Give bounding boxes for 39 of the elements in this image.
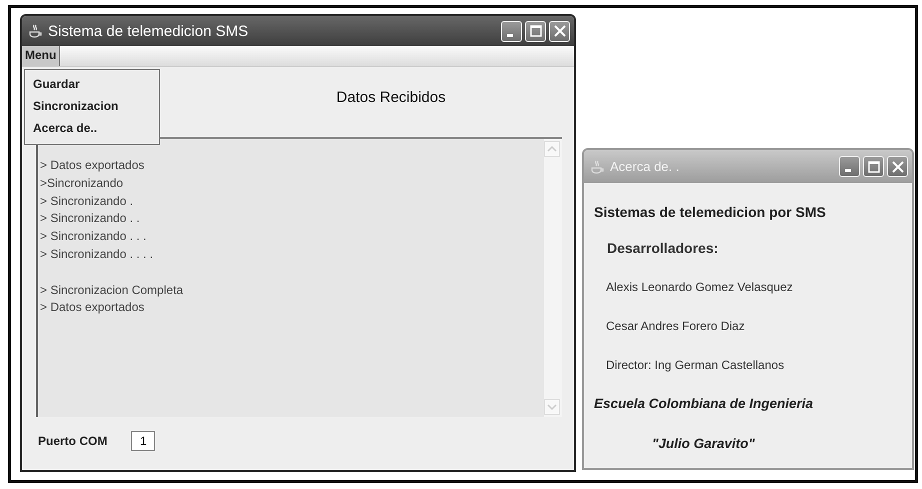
menu-item[interactable]: Guardar — [25, 74, 88, 96]
minimize-button[interactable] — [839, 156, 860, 177]
maximize-button[interactable] — [525, 20, 546, 42]
app-title: Sistemas de telemedicion por SMS — [594, 203, 826, 222]
window-title: Sistema de telemedicion SMS — [48, 22, 250, 40]
log-line: > Sincronizacion Completa — [40, 282, 184, 299]
cup-icon — [590, 160, 604, 174]
panel-heading: Datos Recibidos — [336, 88, 446, 106]
log-line: > Sincronizando . — [40, 192, 134, 210]
section-heading: Desarrolladores: — [607, 239, 718, 258]
log-line: >Sincronizando — [40, 174, 124, 192]
close-button[interactable] — [549, 20, 570, 42]
minimize-icon — [507, 34, 513, 36]
log-line: > Sincronizando . . — [40, 210, 140, 228]
port-label: Puerto COM — [38, 434, 108, 448]
close-icon — [892, 160, 904, 172]
school-subtitle: "Julio Garavito" — [652, 435, 755, 453]
menu-item[interactable]: Sincronizacion — [25, 96, 126, 118]
school-name: Escuela Colombiana de Ingenieria — [594, 395, 814, 413]
minimize-icon — [845, 169, 851, 172]
menu[interactable]: Menu — [22, 46, 60, 66]
log-line: > Datos exportados — [40, 157, 144, 174]
minimize-button[interactable] — [501, 20, 522, 42]
maximize-button[interactable] — [863, 156, 884, 177]
log-line: > Sincronizando . . . . — [40, 246, 154, 263]
credit-line: Cesar Andres Forero Diaz — [606, 318, 745, 335]
maximize-icon — [868, 160, 880, 172]
log-line: > Datos exportados — [40, 299, 144, 316]
menu-item[interactable]: Acerca de.. — [25, 118, 106, 140]
cup-icon — [28, 24, 42, 38]
log-line: > Sincronizando . . . — [40, 228, 146, 246]
maximize-icon — [530, 25, 542, 37]
credit-line: Director: Ing German Castellanos — [606, 357, 784, 374]
close-icon — [554, 25, 566, 37]
window-title: Acerca de. . — [610, 159, 680, 174]
credit-line: Alexis Leonardo Gomez Velasquez — [606, 279, 793, 296]
close-button[interactable] — [887, 156, 908, 177]
port-field[interactable]: 1 — [131, 431, 156, 451]
scrollbar[interactable] — [544, 139, 562, 417]
